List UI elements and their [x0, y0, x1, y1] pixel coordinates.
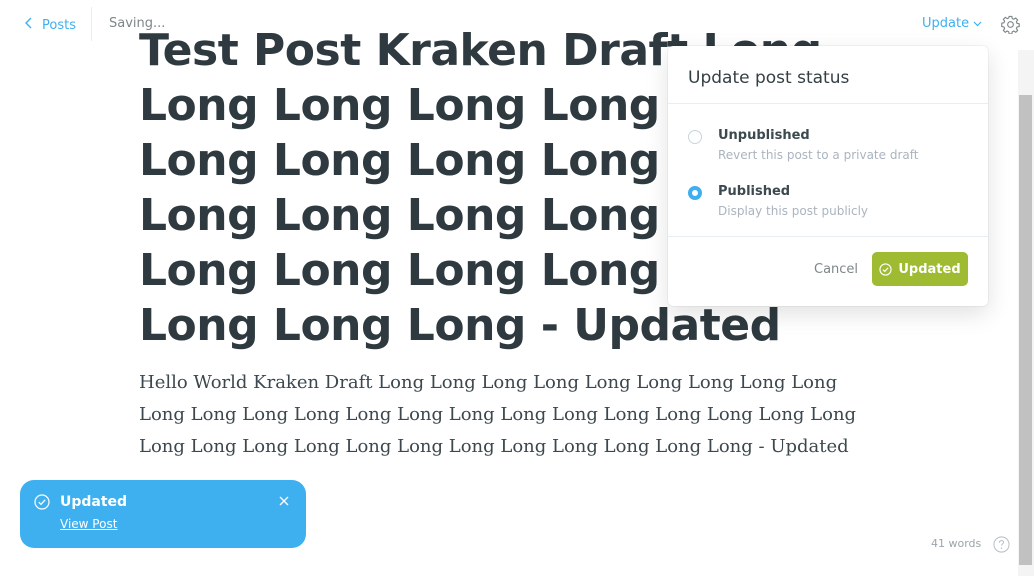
- help-button[interactable]: [993, 536, 1010, 553]
- settings-button[interactable]: [1001, 15, 1020, 35]
- option-label: Published: [718, 184, 791, 199]
- post-body[interactable]: Hello World Kraken Draft Long Long Long …: [139, 367, 884, 463]
- editor-screen: Posts Saving... Update Test Post Kraken …: [0, 0, 1034, 576]
- popover-title: Update post status: [688, 68, 850, 88]
- check-circle-icon: [879, 262, 892, 276]
- word-count: 41 words: [931, 537, 982, 550]
- header-divider: [91, 7, 92, 41]
- back-link-label: Posts: [42, 17, 76, 33]
- radio-published[interactable]: [688, 186, 702, 200]
- update-menu-label: Update: [922, 16, 970, 31]
- scrollbar-thumb[interactable]: [1019, 95, 1032, 565]
- status-option-unpublished[interactable]: Unpublished Revert this post to a privat…: [668, 124, 988, 172]
- notification-toast: Updated View Post: [20, 480, 306, 548]
- gear-icon: [1001, 15, 1020, 35]
- editor-header: Posts Saving... Update: [0, 0, 1034, 50]
- view-post-link[interactable]: View Post: [60, 517, 117, 531]
- option-label: Unpublished: [718, 128, 810, 143]
- question-circle-icon: [993, 536, 1010, 553]
- update-status-popover: Update post status Unpublished Revert th…: [668, 46, 988, 306]
- option-description: Display this post publicly: [718, 204, 869, 218]
- radio-unpublished[interactable]: [688, 130, 702, 144]
- cancel-button[interactable]: Cancel: [814, 262, 858, 277]
- popover-divider: [668, 236, 988, 237]
- chevron-left-icon: [24, 17, 34, 33]
- option-description: Revert this post to a private draft: [718, 148, 919, 162]
- update-menu-button[interactable]: Update: [922, 16, 982, 31]
- check-circle-icon: [34, 494, 50, 510]
- save-status: Saving...: [109, 16, 166, 31]
- updated-button[interactable]: Updated: [872, 252, 968, 286]
- updated-button-label: Updated: [898, 261, 961, 277]
- close-icon[interactable]: [279, 496, 289, 506]
- status-option-published[interactable]: Published Display this post publicly: [668, 180, 988, 228]
- toast-title: Updated: [60, 494, 128, 510]
- back-to-posts-link[interactable]: Posts: [24, 15, 76, 35]
- chevron-down-icon: [973, 16, 982, 31]
- popover-divider: [668, 103, 988, 104]
